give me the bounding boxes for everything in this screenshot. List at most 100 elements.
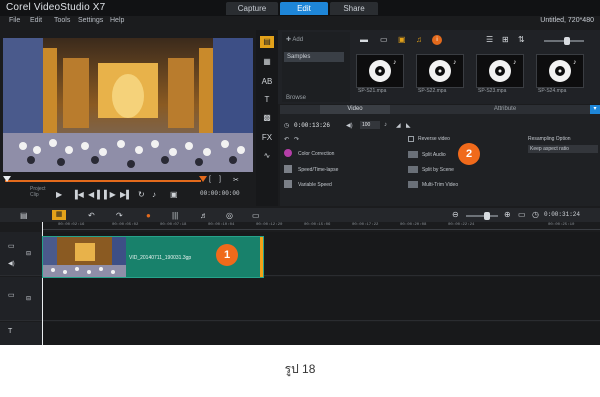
zoom-slider-thumb[interactable]: [484, 212, 490, 220]
mute-icon[interactable]: ♪: [384, 122, 387, 128]
split-audio-button[interactable]: Split Audio: [422, 152, 446, 158]
rotate-left-icon[interactable]: ↶: [284, 136, 289, 143]
volume-icon[interactable]: ♪: [152, 190, 156, 199]
player-timecode[interactable]: 00:00:00:00: [200, 190, 240, 197]
undo-icon[interactable]: ↶: [88, 211, 95, 220]
preview-window[interactable]: [3, 38, 253, 172]
figure-caption: รูป 18: [284, 362, 316, 376]
library-thumb-2[interactable]: ♪: [416, 54, 464, 88]
rotate-right-icon[interactable]: ↷: [294, 136, 299, 143]
library-thumb-3[interactable]: ♪: [476, 54, 524, 88]
library-thumb-1[interactable]: ♪: [356, 54, 404, 88]
media-icon[interactable]: ▤: [260, 36, 274, 48]
next-frame-icon[interactable]: ▌▶: [104, 190, 116, 199]
track-mute-icon[interactable]: ◀): [8, 260, 15, 267]
video-filter-icon[interactable]: ▭: [380, 35, 388, 44]
scrub-handle[interactable]: [3, 176, 11, 182]
ripple-icon[interactable]: ⊟: [26, 295, 31, 302]
volume-icon: ◀): [346, 123, 353, 129]
overlay-track[interactable]: [42, 277, 600, 321]
thumbnail-size-slider[interactable]: [544, 37, 584, 45]
menu-help[interactable]: Help: [110, 17, 124, 24]
svg-text:♪: ♪: [573, 59, 577, 66]
play-icon[interactable]: ▶: [56, 190, 62, 199]
multi-trim-video-button[interactable]: Multi-Trim Video: [422, 182, 458, 188]
overlay-track-header[interactable]: ▭ ⊟: [0, 277, 42, 321]
tab-capture[interactable]: Capture: [226, 2, 278, 15]
redo-icon[interactable]: ↷: [116, 211, 123, 220]
ruler-tick: 00:00:22:24: [448, 223, 475, 227]
folder-samples[interactable]: Samples: [284, 52, 344, 62]
list-view-icon[interactable]: ☰: [486, 35, 493, 44]
fit-project-icon[interactable]: ▭: [518, 210, 526, 219]
play-mode-toggle[interactable]: Project Clip: [30, 186, 46, 198]
previous-frame-icon[interactable]: ◀▐: [88, 190, 100, 199]
menu-file[interactable]: File: [9, 17, 20, 24]
ripple-icon[interactable]: ⊟: [26, 250, 31, 257]
menu-tools[interactable]: Tools: [54, 17, 70, 24]
import-media-icon[interactable]: ▬: [360, 35, 368, 44]
color-correction-icon: [284, 149, 292, 157]
filter-icon[interactable]: FX: [260, 132, 274, 144]
motion-tracking-icon[interactable]: ◎: [226, 211, 233, 220]
duration-field[interactable]: 0:00:13:26: [294, 122, 330, 129]
tab-share[interactable]: Share: [330, 2, 378, 15]
zoom-out-icon[interactable]: ⊖: [452, 210, 459, 219]
trim-marker[interactable]: [199, 176, 207, 182]
photo-filter-icon[interactable]: ▣: [398, 35, 406, 44]
split-by-scene-icon: [408, 166, 418, 173]
transition-icon[interactable]: AB: [260, 76, 274, 88]
timeline-view-icon[interactable]: ▦: [52, 210, 66, 220]
instant-project-icon[interactable]: ▦: [260, 56, 274, 68]
title-icon[interactable]: T: [260, 94, 274, 106]
mark-out-icon[interactable]: ]: [219, 176, 221, 183]
graphics-icon[interactable]: ▩: [260, 112, 274, 124]
split-by-scene-button[interactable]: Split by Scene: [422, 167, 454, 173]
mark-in-icon[interactable]: [: [209, 176, 211, 183]
reverse-video-checkbox[interactable]: [408, 136, 414, 142]
browse-button[interactable]: Browse: [286, 95, 306, 101]
tab-attribute[interactable]: Attribute: [470, 105, 540, 114]
fade-out-icon[interactable]: ◣: [406, 122, 411, 129]
project-duration: 0:00:31:24: [544, 211, 581, 218]
repeat-icon[interactable]: ↻: [138, 190, 145, 199]
multi-trim-icon: [408, 181, 418, 188]
title-track[interactable]: [42, 322, 600, 345]
fade-in-icon[interactable]: ◢: [396, 122, 401, 129]
speed-time-lapse-button[interactable]: Speed/Time-lapse: [298, 167, 338, 173]
sound-mixer-icon[interactable]: |||: [172, 211, 178, 220]
title-track-header[interactable]: T: [0, 322, 42, 345]
split-icon[interactable]: ✂: [233, 176, 239, 184]
menu-edit[interactable]: Edit: [30, 17, 42, 24]
clip-trim-handle[interactable]: [260, 237, 263, 277]
video-track-header[interactable]: ▭ ⊟ ◀): [0, 232, 42, 276]
ruler-tick: 00:00:05:02: [112, 223, 139, 227]
thumbnail-view-icon[interactable]: ⊞: [502, 35, 509, 44]
zoom-in-icon[interactable]: ⊕: [504, 210, 511, 219]
sort-icon[interactable]: ⇅: [518, 35, 525, 44]
end-icon[interactable]: ▶▌: [120, 190, 132, 199]
volume-field[interactable]: 100: [360, 121, 380, 129]
library-thumb-4[interactable]: ♪: [536, 54, 584, 88]
slider-thumb[interactable]: [564, 37, 570, 45]
audio-filter-icon[interactable]: ♫: [416, 35, 422, 44]
record-capture-icon[interactable]: ●: [146, 211, 151, 220]
preview-scrub-bar[interactable]: [ ] ✂: [3, 176, 253, 186]
home-icon[interactable]: ▐◀: [72, 190, 84, 199]
collapse-options-icon[interactable]: ▾: [590, 105, 600, 114]
path-icon[interactable]: ∿: [260, 150, 274, 162]
subtitle-editor-icon[interactable]: ▭: [252, 211, 260, 220]
resampling-select[interactable]: Keep aspect ratio: [528, 145, 598, 153]
menu-settings[interactable]: Settings: [78, 17, 103, 24]
hd-icon[interactable]: ▣: [170, 190, 178, 199]
zoom-slider[interactable]: [466, 212, 498, 220]
auto-music-icon[interactable]: ♬: [200, 211, 208, 220]
tab-edit[interactable]: Edit: [280, 2, 328, 15]
color-correction-button[interactable]: Color Correction: [298, 151, 334, 157]
info-icon[interactable]: i: [432, 35, 442, 45]
storyboard-view-icon[interactable]: ▤: [20, 211, 28, 220]
add-folder-button[interactable]: ✚ Add: [286, 36, 303, 43]
title-track-icon: T: [8, 328, 13, 335]
tab-video[interactable]: Video: [320, 105, 390, 114]
variable-speed-button[interactable]: Variable Speed: [298, 182, 332, 188]
